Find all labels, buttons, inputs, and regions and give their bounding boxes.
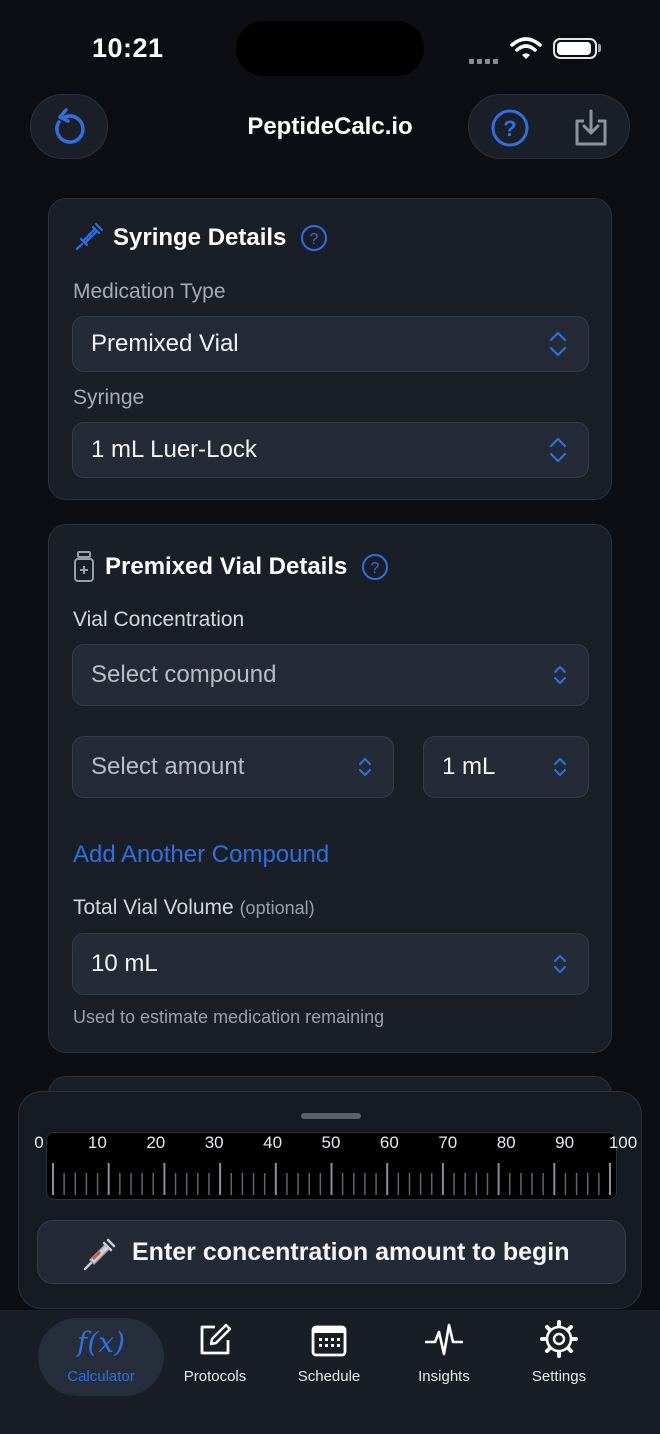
wifi-icon (510, 36, 542, 65)
syringe-icon (75, 223, 103, 251)
amount-select[interactable]: Select amount (72, 736, 394, 798)
medication-type-label: Medication Type (73, 280, 226, 303)
nav-actions: ? (468, 94, 630, 159)
select-placeholder: Select amount (91, 753, 245, 780)
calendar-icon (311, 1318, 347, 1358)
svg-text:?: ? (310, 231, 319, 248)
sheet-grabber[interactable] (301, 1113, 361, 1119)
total-volume-label: Total Vial Volume (optional) (73, 896, 315, 919)
ruler-labels: 0 10 20 30 40 50 60 70 80 90 100 (19, 1133, 643, 1157)
battery-icon (553, 38, 597, 59)
edit-icon (197, 1318, 233, 1358)
compound-select[interactable]: Select compound (72, 644, 589, 706)
tab-calculator[interactable]: ƒ(x) Calculator (38, 1318, 164, 1396)
syringe-label: Syringe (73, 386, 145, 409)
select-value: 1 mL (442, 753, 496, 780)
select-value: Premixed Vial (91, 330, 239, 357)
help-icon[interactable]: ? (361, 553, 389, 581)
help-icon[interactable]: ? (300, 224, 328, 252)
help-button[interactable]: ? (491, 109, 529, 152)
select-placeholder: Select compound (91, 661, 277, 688)
tab-settings[interactable]: Settings (496, 1318, 622, 1396)
help-icon: ? (491, 109, 529, 147)
medication-type-select[interactable]: Premixed Vial (72, 316, 589, 372)
svg-text:?: ? (371, 560, 380, 577)
unit-select[interactable]: 1 mL (423, 736, 589, 798)
tab-label: Schedule (297, 1368, 361, 1385)
ruler-label: 10 (87, 1133, 107, 1152)
download-icon (575, 109, 607, 146)
chevron-up-down-icon (554, 666, 566, 684)
syringe-details-card: Syringe Details ? Medication Type Premix… (48, 198, 612, 500)
syringe-preview-sheet: 0 10 20 30 40 50 60 70 80 90 100 Enter concentrati… (18, 1091, 642, 1309)
ruler-label: 100 (608, 1133, 638, 1152)
chevron-up-down-icon (549, 437, 567, 463)
chevron-up-down-icon (549, 331, 567, 357)
ruler-label: 30 (204, 1133, 224, 1152)
tab-schedule[interactable]: Schedule (266, 1318, 392, 1396)
svg-text:ƒ(x): ƒ(x) (76, 1326, 125, 1358)
total-volume-select[interactable]: 10 mL (72, 933, 589, 995)
select-value: 10 mL (91, 950, 158, 977)
tab-protocols[interactable]: Protocols (152, 1318, 278, 1396)
vial-details-card: Premixed Vial Details ? Vial Concentrati… (48, 524, 612, 1053)
chevron-up-down-icon (359, 758, 371, 776)
export-button[interactable] (573, 109, 609, 152)
vial-concentration-label: Vial Concentration (73, 608, 245, 631)
vial-icon (74, 551, 94, 582)
syringe-select[interactable]: 1 mL Luer-Lock (72, 422, 589, 478)
ruler-label: 40 (263, 1133, 283, 1152)
cta-label: Enter concentration amount to begin (132, 1238, 570, 1266)
syringe-icon (83, 1238, 116, 1271)
pulse-icon (425, 1318, 463, 1358)
card-title: Premixed Vial Details (105, 553, 348, 580)
tab-label: Settings (531, 1368, 587, 1385)
tab-label: Protocols (183, 1368, 247, 1385)
tab-label: Calculator (67, 1368, 135, 1385)
card-title: Syringe Details (113, 224, 287, 251)
ruler-label: 70 (438, 1133, 458, 1152)
tab-bar: ƒ(x) Calculator Protocols Schedule Insig… (0, 1310, 660, 1434)
chevron-up-down-icon (554, 955, 566, 973)
ruler-label: 0 (34, 1133, 44, 1152)
status-bar: 10:21 (0, 0, 660, 90)
tab-insights[interactable]: Insights (381, 1318, 507, 1396)
ruler-label: 20 (146, 1133, 166, 1152)
ruler-label: 50 (321, 1133, 341, 1152)
status-time: 10:21 (92, 33, 164, 63)
chevron-up-down-icon (554, 758, 566, 776)
tab-label: Insights (418, 1368, 470, 1385)
ruler-label: 60 (379, 1133, 399, 1152)
select-value: 1 mL Luer-Lock (91, 436, 257, 463)
total-volume-hint: Used to estimate medication remaining (73, 1007, 385, 1027)
function-icon: ƒ(x) (76, 1318, 126, 1358)
ruler-label: 90 (555, 1133, 575, 1152)
svg-text:?: ? (503, 116, 516, 141)
gear-icon (540, 1318, 578, 1358)
dynamic-island (236, 21, 424, 76)
optional-tag: (optional) (239, 898, 315, 918)
cellular-signal-icon (469, 51, 501, 69)
begin-cta[interactable]: Enter concentration amount to begin (37, 1220, 626, 1284)
add-compound-link[interactable]: Add Another Compound (73, 841, 329, 869)
ruler-label: 80 (496, 1133, 516, 1152)
